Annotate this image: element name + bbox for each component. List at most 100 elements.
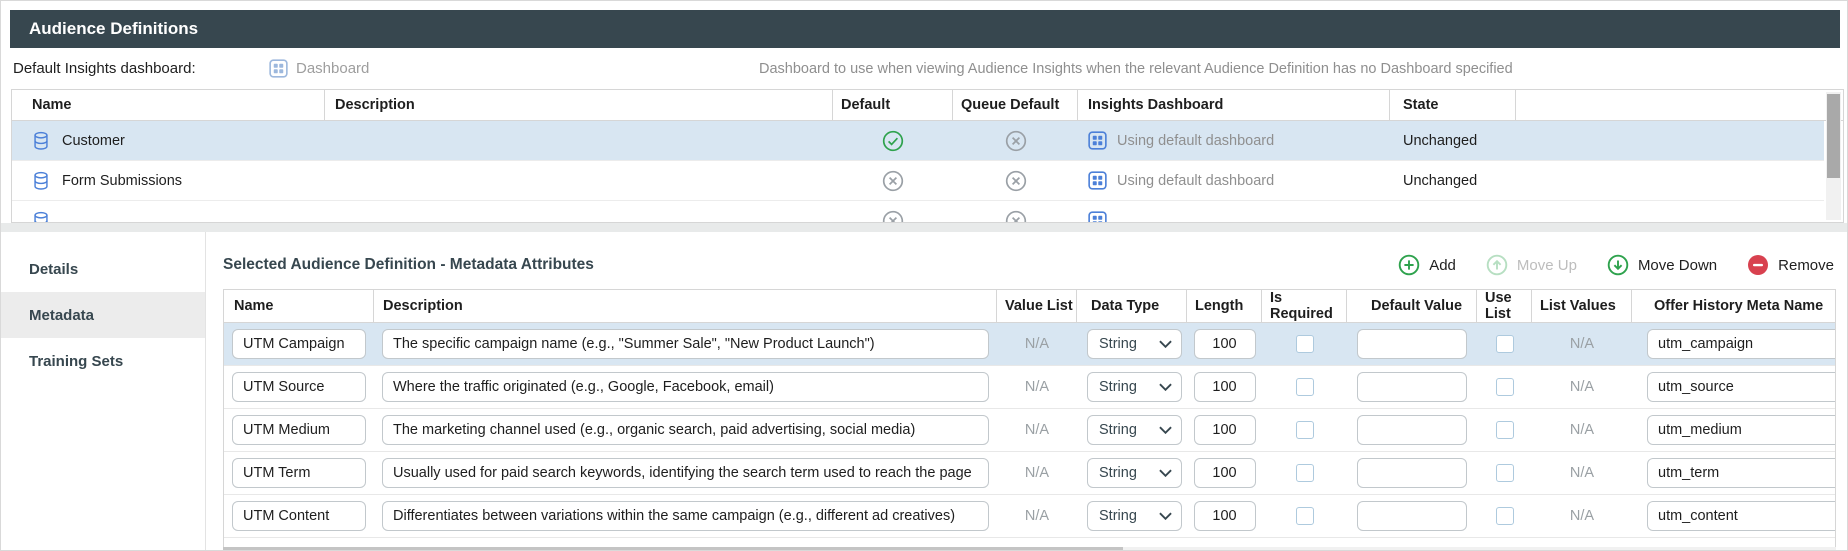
column-header-default-value[interactable]: Default Value (1347, 290, 1477, 322)
offer-history-meta-name-input[interactable] (1647, 372, 1836, 402)
length-input[interactable] (1194, 329, 1256, 359)
sidebar-item-metadata[interactable]: Metadata (1, 292, 205, 338)
default-dashboard-label: Default Insights dashboard: (13, 48, 196, 89)
is-required-checkbox[interactable] (1296, 378, 1314, 396)
attribute-description-input[interactable] (382, 329, 989, 359)
length-input[interactable] (1194, 372, 1256, 402)
audience-row-partial[interactable] (12, 201, 1824, 223)
length-input[interactable] (1194, 415, 1256, 445)
data-type-select[interactable]: String (1087, 458, 1182, 488)
audience-definitions-table: Name Description Default Queue Default I… (11, 89, 1844, 223)
default-value-input[interactable] (1357, 329, 1467, 359)
sidebar-item-training-sets[interactable]: Training Sets (1, 338, 205, 384)
data-type-value: String (1099, 336, 1137, 352)
move-up-button[interactable]: Move Up (1486, 254, 1577, 276)
database-icon (32, 171, 50, 191)
metadata-row-utm-source[interactable]: N/A String N/A (224, 366, 1835, 409)
column-header-list-values[interactable]: List Values (1532, 290, 1632, 322)
attribute-description-input[interactable] (382, 458, 989, 488)
audience-table-scrollbar[interactable] (1826, 92, 1841, 220)
metadata-row-utm-campaign[interactable]: N/A String N/A (224, 323, 1835, 366)
use-list-checkbox[interactable] (1496, 378, 1514, 396)
tab-label: Training Sets (29, 353, 123, 370)
attribute-name-input[interactable] (232, 372, 366, 402)
is-required-checkbox[interactable] (1296, 464, 1314, 482)
attribute-name-input[interactable] (232, 329, 366, 359)
is-required-checkbox[interactable] (1296, 507, 1314, 525)
attribute-description-input[interactable] (382, 372, 989, 402)
column-header-queue-default[interactable]: Queue Default (953, 90, 1078, 120)
data-type-select[interactable]: String (1087, 329, 1182, 359)
cross-circle-icon (1005, 130, 1027, 152)
use-list-checkbox[interactable] (1496, 421, 1514, 439)
scrollbar-thumb[interactable] (223, 547, 1123, 551)
sidebar-item-details[interactable]: Details (1, 246, 205, 292)
audience-row-customer[interactable]: Customer Using default dashboard Unchang… (12, 121, 1824, 161)
column-header-state[interactable]: State (1390, 90, 1516, 120)
column-header-value-list[interactable]: Value List (997, 290, 1077, 322)
offer-history-meta-name-input[interactable] (1647, 458, 1836, 488)
default-value-input[interactable] (1357, 501, 1467, 531)
column-header-default[interactable]: Default (833, 90, 953, 120)
add-icon (1398, 254, 1420, 276)
column-header-name[interactable]: Name (224, 290, 374, 322)
list-values-na: N/A (1570, 379, 1594, 395)
offer-history-meta-name-input[interactable] (1647, 329, 1836, 359)
cross-circle-icon (1005, 210, 1027, 224)
remove-button[interactable]: Remove (1747, 254, 1834, 276)
dashboard-icon (269, 59, 288, 78)
data-type-value: String (1099, 379, 1137, 395)
add-button[interactable]: Add (1398, 254, 1456, 276)
metadata-table-horizontal-scrollbar[interactable] (223, 547, 1836, 551)
audience-table-header: Name Description Default Queue Default I… (12, 90, 1843, 121)
offer-history-meta-name-input[interactable] (1647, 415, 1836, 445)
default-dashboard-picker[interactable]: Dashboard (269, 48, 369, 89)
move-down-label: Move Down (1638, 257, 1717, 274)
is-required-checkbox[interactable] (1296, 421, 1314, 439)
list-values-na: N/A (1570, 336, 1594, 352)
column-header-description[interactable]: Description (325, 90, 833, 120)
scrollbar-thumb[interactable] (1827, 94, 1840, 178)
column-header-offer-history-meta-name[interactable]: Offer History Meta Name (1632, 290, 1836, 322)
database-icon (32, 211, 50, 224)
default-value-input[interactable] (1357, 415, 1467, 445)
value-list-na: N/A (1025, 422, 1049, 438)
attribute-description-input[interactable] (382, 415, 989, 445)
attribute-name-input[interactable] (232, 458, 366, 488)
insights-dashboard-value: Using default dashboard (1117, 133, 1274, 149)
metadata-row-utm-medium[interactable]: N/A String N/A (224, 409, 1835, 452)
length-input[interactable] (1194, 501, 1256, 531)
metadata-table-header: Name Description Value List Data Type Le… (224, 290, 1835, 323)
default-value-input[interactable] (1357, 372, 1467, 402)
is-required-checkbox[interactable] (1296, 335, 1314, 353)
column-header-insights-dashboard[interactable]: Insights Dashboard (1078, 90, 1390, 120)
move-down-button[interactable]: Move Down (1607, 254, 1717, 276)
column-header-data-type[interactable]: Data Type (1077, 290, 1187, 322)
attribute-description-input[interactable] (382, 501, 989, 531)
column-header-length[interactable]: Length (1187, 290, 1262, 322)
detail-tabs-sidebar: Details Metadata Training Sets (1, 232, 206, 551)
metadata-row-utm-content[interactable]: N/A String N/A (224, 495, 1835, 538)
audience-row-form-submissions[interactable]: Form Submissions Using default dashboard… (12, 161, 1824, 201)
column-header-use-list[interactable]: Use List (1477, 290, 1532, 322)
column-header-is-required[interactable]: Is Required (1262, 290, 1347, 322)
use-list-checkbox[interactable] (1496, 507, 1514, 525)
page-title: Audience Definitions (29, 19, 198, 39)
data-type-select[interactable]: String (1087, 372, 1182, 402)
audience-definitions-window: Audience Definitions Default Insights da… (0, 0, 1848, 551)
metadata-row-utm-term[interactable]: N/A String N/A (224, 452, 1835, 495)
attribute-name-input[interactable] (232, 415, 366, 445)
column-header-description[interactable]: Description (374, 290, 997, 322)
data-type-select[interactable]: String (1087, 501, 1182, 531)
column-header-name[interactable]: Name (12, 90, 325, 120)
cross-circle-icon (1005, 170, 1027, 192)
use-list-checkbox[interactable] (1496, 464, 1514, 482)
metadata-toolbar: Add Move Up Move Down Remove (1398, 249, 1834, 281)
attribute-name-input[interactable] (232, 501, 366, 531)
default-value-input[interactable] (1357, 458, 1467, 488)
use-list-checkbox[interactable] (1496, 335, 1514, 353)
length-input[interactable] (1194, 458, 1256, 488)
add-label: Add (1429, 257, 1456, 274)
offer-history-meta-name-input[interactable] (1647, 501, 1836, 531)
data-type-select[interactable]: String (1087, 415, 1182, 445)
